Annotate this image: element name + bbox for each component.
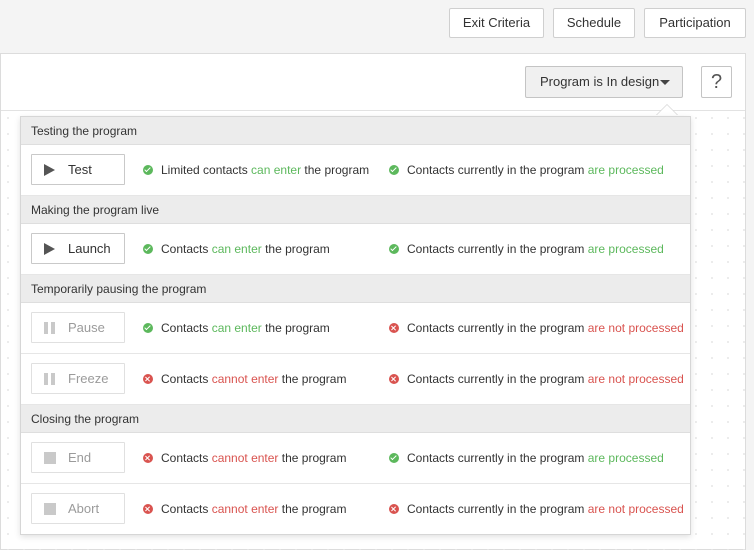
help-button[interactable]: ? xyxy=(701,66,732,98)
condition-highlight: can enter xyxy=(211,321,262,335)
condition-highlight: can enter xyxy=(251,163,302,177)
menu-row: Freeze Contacts cannot enter the program C… xyxy=(21,354,690,405)
condition-text: Contacts xyxy=(161,502,212,516)
condition-highlight: are processed xyxy=(587,163,664,177)
stop-icon xyxy=(44,503,56,515)
section-header: Testing the program xyxy=(21,117,690,145)
pause-icon xyxy=(44,322,56,334)
condition-text: the program xyxy=(278,451,347,465)
launch-button[interactable]: Launch xyxy=(31,233,125,264)
menu-row: Abort Contacts cannot enter the program Co… xyxy=(21,484,690,535)
button-label: Pause xyxy=(68,320,105,335)
program-status-label: Program is In design xyxy=(540,74,660,89)
end-button[interactable]: End xyxy=(31,442,125,473)
exit-criteria-button[interactable]: Exit Criteria xyxy=(449,8,544,38)
play-icon xyxy=(44,243,55,255)
processing-condition: Contacts currently in the program are pr… xyxy=(389,224,664,274)
program-status-dropdown[interactable]: Program is In design xyxy=(525,66,683,98)
pause-icon xyxy=(44,373,56,385)
condition-text: Contacts currently in the program xyxy=(407,372,588,386)
condition-highlight: cannot enter xyxy=(211,372,279,386)
button-label: Abort xyxy=(68,501,100,516)
condition-highlight: cannot enter xyxy=(211,451,279,465)
condition-highlight: are not processed xyxy=(587,372,684,386)
condition-text: the program xyxy=(261,321,330,335)
button-label: Freeze xyxy=(68,371,109,386)
x-circle-icon xyxy=(143,374,153,384)
play-icon xyxy=(44,164,55,176)
program-status-menu: Testing the program Test Limited contacts … xyxy=(20,116,691,535)
pause-button[interactable]: Pause xyxy=(31,312,125,343)
condition-text: the program xyxy=(278,372,347,386)
button-label: Launch xyxy=(68,241,111,256)
condition-text: the program xyxy=(301,163,370,177)
x-circle-icon xyxy=(143,453,153,463)
check-circle-icon xyxy=(143,165,153,175)
dropdown-pointer xyxy=(656,105,678,116)
abort-button[interactable]: Abort xyxy=(31,493,125,524)
check-circle-icon xyxy=(389,453,399,463)
test-button[interactable]: Test xyxy=(31,154,125,185)
schedule-button[interactable]: Schedule xyxy=(553,8,635,38)
processing-condition: Contacts currently in the program are no… xyxy=(389,354,684,404)
x-circle-icon xyxy=(389,504,399,514)
processing-condition: Contacts currently in the program are pr… xyxy=(389,145,664,195)
check-circle-icon xyxy=(389,165,399,175)
processing-condition: Contacts currently in the program are no… xyxy=(389,303,684,353)
condition-text: Contacts xyxy=(161,451,212,465)
entry-condition: Contacts can enter the program xyxy=(143,224,330,274)
condition-text: Contacts currently in the program xyxy=(407,502,588,516)
participation-button[interactable]: Participation xyxy=(644,8,746,38)
condition-text: Contacts xyxy=(161,242,212,256)
x-circle-icon xyxy=(389,323,399,333)
condition-highlight: are not processed xyxy=(587,321,684,335)
entry-condition: Limited contacts can enter the program xyxy=(143,145,369,195)
condition-text: Limited contacts xyxy=(161,163,252,177)
condition-highlight: can enter xyxy=(211,242,262,256)
condition-text: Contacts currently in the program xyxy=(407,451,588,465)
processing-condition: Contacts currently in the program are no… xyxy=(389,484,684,534)
entry-condition: Contacts can enter the program xyxy=(143,303,330,353)
section-header: Making the program live xyxy=(21,196,690,224)
caret-down-icon xyxy=(660,80,670,85)
processing-condition: Contacts currently in the program are pr… xyxy=(389,433,664,483)
check-circle-icon xyxy=(389,244,399,254)
condition-text: Contacts xyxy=(161,372,212,386)
menu-row: End Contacts cannot enter the program Cont… xyxy=(21,433,690,484)
condition-text: the program xyxy=(261,242,330,256)
top-toolbar: Exit Criteria Schedule Participation xyxy=(0,0,754,52)
menu-row: Launch Contacts can enter the program Cont… xyxy=(21,224,690,275)
section-header: Closing the program xyxy=(21,405,690,433)
entry-condition: Contacts cannot enter the program xyxy=(143,433,346,483)
condition-text: Contacts currently in the program xyxy=(407,242,588,256)
condition-text: Contacts currently in the program xyxy=(407,321,588,335)
x-circle-icon xyxy=(143,504,153,514)
check-circle-icon xyxy=(143,323,153,333)
condition-highlight: cannot enter xyxy=(211,502,279,516)
menu-row: Test Limited contacts can enter the progr… xyxy=(21,145,690,196)
stop-icon xyxy=(44,452,56,464)
condition-highlight: are processed xyxy=(587,242,664,256)
condition-text: Contacts currently in the program xyxy=(407,163,588,177)
button-label: End xyxy=(68,450,92,465)
entry-condition: Contacts cannot enter the program xyxy=(143,484,346,534)
entry-condition: Contacts cannot enter the program xyxy=(143,354,346,404)
button-label: Test xyxy=(68,162,92,177)
condition-text: Contacts xyxy=(161,321,212,335)
condition-text: the program xyxy=(278,502,347,516)
condition-highlight: are processed xyxy=(587,451,664,465)
section-header: Temporarily pausing the program xyxy=(21,275,690,303)
x-circle-icon xyxy=(389,374,399,384)
menu-row: Pause Contacts can enter the program Conta… xyxy=(21,303,690,354)
condition-highlight: are not processed xyxy=(587,502,684,516)
check-circle-icon xyxy=(143,244,153,254)
freeze-button[interactable]: Freeze xyxy=(31,363,125,394)
